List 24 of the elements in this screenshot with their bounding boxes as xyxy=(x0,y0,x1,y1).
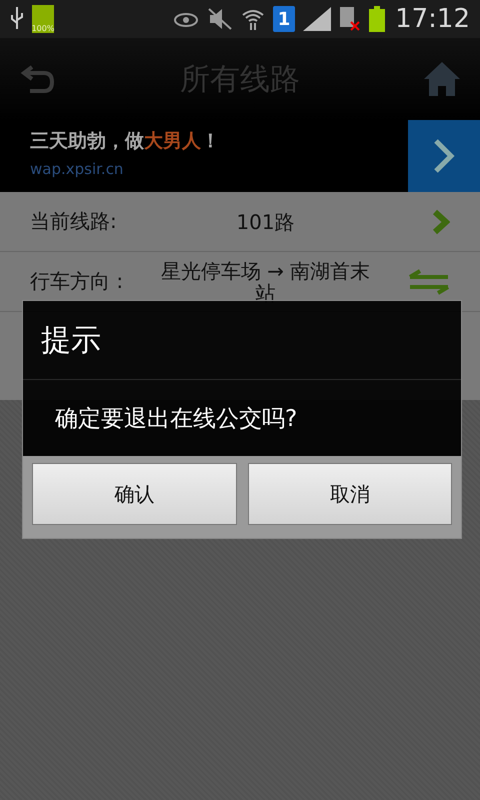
field-value: 101路 xyxy=(235,210,296,232)
home-icon[interactable] xyxy=(424,62,460,96)
sim-error-icon xyxy=(339,6,362,32)
battery-percent: 100% xyxy=(32,25,54,33)
battery-icon xyxy=(369,6,386,32)
chevron-icon xyxy=(433,138,455,174)
usb-icon xyxy=(10,7,24,31)
clock-time: 17:12 xyxy=(395,4,470,34)
dialog-title: 提示 xyxy=(41,322,101,360)
dialog-message: 确定要退出在线公交吗? xyxy=(55,404,298,434)
dialog-button[interactable]: 取消 xyxy=(248,463,452,525)
eye-icon xyxy=(173,10,200,28)
signal-icon xyxy=(303,7,332,31)
ad-headline: 三天助勃，做大男人！ xyxy=(30,129,221,154)
field-label: 行车方向 : xyxy=(30,268,124,295)
mute-icon xyxy=(207,7,234,31)
chevron-icon[interactable] xyxy=(432,208,450,234)
sim-badge: 1 xyxy=(273,6,296,32)
ad-arrow-button[interactable] xyxy=(408,120,480,192)
dialog-button[interactable]: 确认 xyxy=(32,463,236,525)
wifi-icon xyxy=(241,7,266,31)
field-label: 当前线路: xyxy=(30,208,118,235)
back-icon[interactable] xyxy=(20,63,56,95)
swap-arrows-icon[interactable] xyxy=(408,268,450,294)
